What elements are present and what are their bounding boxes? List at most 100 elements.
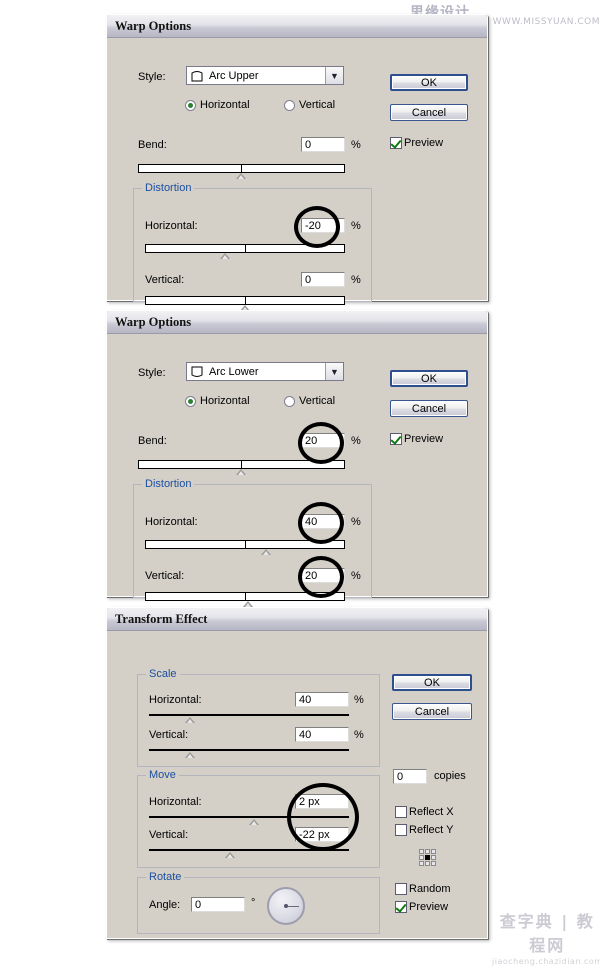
radio-dot-vertical — [284, 395, 295, 407]
scale-vertical-input[interactable]: 40 — [295, 727, 349, 742]
radio-dot-vertical — [284, 99, 295, 111]
ok-button[interactable]: OK — [390, 74, 468, 91]
slider-thumb[interactable] — [249, 819, 259, 825]
watermark-bottom-en: jiaocheng.chazidian.com — [492, 957, 600, 966]
rotate-dial[interactable] — [267, 887, 305, 925]
ref-cell[interactable] — [431, 855, 436, 860]
radio-horizontal[interactable]: Horizontal — [185, 99, 250, 111]
scale-horizontal-label: Horizontal: — [149, 694, 202, 706]
random-checkbox[interactable]: Random — [395, 883, 451, 895]
reflect-x-checkbox[interactable]: Reflect X — [395, 806, 454, 818]
chevron-down-icon[interactable]: ▼ — [325, 67, 343, 84]
move-vertical-label: Vertical: — [149, 829, 189, 841]
style-dropdown[interactable]: Arc Upper ▼ — [186, 66, 344, 85]
slider-thumb[interactable] — [220, 253, 230, 259]
ref-cell[interactable] — [425, 861, 430, 866]
titlebar-3[interactable]: Transform Effect — [107, 608, 487, 631]
dialog-title: Transform Effect — [115, 611, 208, 626]
checkbox-box — [395, 883, 407, 895]
distortion-vertical-unit: % — [351, 274, 361, 286]
copies-input[interactable]: 0 — [393, 769, 427, 784]
radio-vertical[interactable]: Vertical — [284, 395, 335, 407]
distortion-horizontal-slider[interactable] — [145, 244, 345, 259]
bend-input[interactable]: 0 — [301, 137, 345, 152]
preview-checkbox[interactable]: Preview — [390, 137, 443, 149]
radio-vertical-label: Vertical — [299, 99, 336, 111]
style-label: Style: — [138, 71, 166, 83]
checkbox-box — [395, 824, 407, 836]
slider-thumb[interactable] — [261, 549, 271, 555]
move-horizontal-label: Horizontal: — [149, 796, 202, 808]
ref-cell[interactable] — [425, 849, 430, 854]
ref-cell-center[interactable] — [425, 855, 430, 860]
slider-center-tick — [245, 296, 246, 305]
ok-button[interactable]: OK — [392, 674, 472, 691]
ref-cell[interactable] — [431, 861, 436, 866]
ref-cell[interactable] — [431, 849, 436, 854]
move-vertical-input[interactable]: -22 px — [295, 827, 349, 842]
ref-cell[interactable] — [419, 855, 424, 860]
radio-vertical[interactable]: Vertical — [284, 99, 335, 111]
slider-track — [149, 816, 349, 818]
bend-unit: % — [351, 139, 361, 151]
radio-vertical-label: Vertical — [299, 395, 336, 407]
distortion-horizontal-unit: % — [351, 220, 361, 232]
copies-label: copies — [434, 770, 466, 782]
preview-checkbox[interactable]: Preview — [395, 901, 448, 913]
distortion-vertical-slider[interactable] — [145, 592, 345, 607]
ref-cell[interactable] — [419, 849, 424, 854]
angle-input[interactable]: 0 — [191, 897, 245, 912]
move-vertical-slider[interactable] — [149, 845, 349, 859]
slider-thumb[interactable] — [225, 852, 235, 858]
dial-hub — [284, 904, 288, 908]
distortion-horizontal-input[interactable]: -20 — [301, 218, 345, 233]
checkbox-box — [390, 433, 402, 445]
preview-checkbox[interactable]: Preview — [390, 433, 443, 445]
radio-horizontal[interactable]: Horizontal — [185, 395, 250, 407]
distortion-vertical-slider[interactable] — [145, 296, 345, 311]
distortion-horizontal-slider[interactable] — [145, 540, 345, 555]
distortion-vertical-input[interactable]: 20 — [301, 568, 345, 583]
style-value: Arc Lower — [209, 365, 259, 378]
move-horizontal-input[interactable]: 2 px — [295, 794, 349, 809]
slider-track — [149, 749, 349, 751]
reflect-y-checkbox[interactable]: Reflect Y — [395, 824, 453, 836]
reference-point-grid-icon[interactable] — [419, 849, 436, 866]
bend-slider-thumb[interactable] — [236, 469, 246, 475]
scale-horizontal-input[interactable]: 40 — [295, 692, 349, 707]
watermark-top-en: WWW.MISSYUAN.COM — [492, 17, 600, 27]
style-value: Arc Upper — [209, 69, 259, 82]
bend-slider-thumb[interactable] — [236, 173, 246, 179]
style-dropdown[interactable]: Arc Lower ▼ — [186, 362, 344, 381]
warp-options-dialog-2: Warp Options Style: Arc Lower ▼ Horizont… — [106, 310, 488, 607]
checkbox-box — [395, 806, 407, 818]
distortion-horizontal-input[interactable]: 40 — [301, 514, 345, 529]
cancel-button[interactable]: Cancel — [392, 703, 472, 720]
scale-horizontal-slider[interactable] — [149, 710, 349, 724]
arc-lower-icon — [190, 365, 204, 379]
chevron-down-icon[interactable]: ▼ — [325, 363, 343, 380]
cancel-button[interactable]: Cancel — [390, 104, 468, 121]
bend-slider[interactable] — [138, 460, 345, 475]
distortion-vertical-input[interactable]: 0 — [301, 272, 345, 287]
radio-horizontal-label: Horizontal — [200, 395, 250, 407]
titlebar-1[interactable]: Warp Options — [107, 15, 487, 38]
bend-slider[interactable] — [138, 164, 345, 179]
slider-thumb[interactable] — [185, 752, 195, 758]
slider-track — [149, 714, 349, 716]
slider-thumb[interactable] — [185, 717, 195, 723]
slider-track — [149, 849, 349, 851]
cancel-button[interactable]: Cancel — [390, 400, 468, 417]
dialog-title: Warp Options — [115, 314, 192, 329]
ref-cell[interactable] — [419, 861, 424, 866]
move-horizontal-slider[interactable] — [149, 812, 349, 826]
ok-button[interactable]: OK — [390, 370, 468, 387]
bend-label: Bend: — [138, 435, 167, 447]
reflect-y-label: Reflect Y — [409, 824, 454, 836]
warp-options-dialog-1: Warp Options Style: Arc Upper ▼ Horizont… — [106, 14, 488, 311]
titlebar-2[interactable]: Warp Options — [107, 311, 487, 334]
bend-input[interactable]: 20 — [301, 433, 345, 448]
scale-vertical-slider[interactable] — [149, 745, 349, 759]
scale-vertical-label: Vertical: — [149, 729, 189, 741]
scale-vertical-unit: % — [354, 729, 364, 741]
